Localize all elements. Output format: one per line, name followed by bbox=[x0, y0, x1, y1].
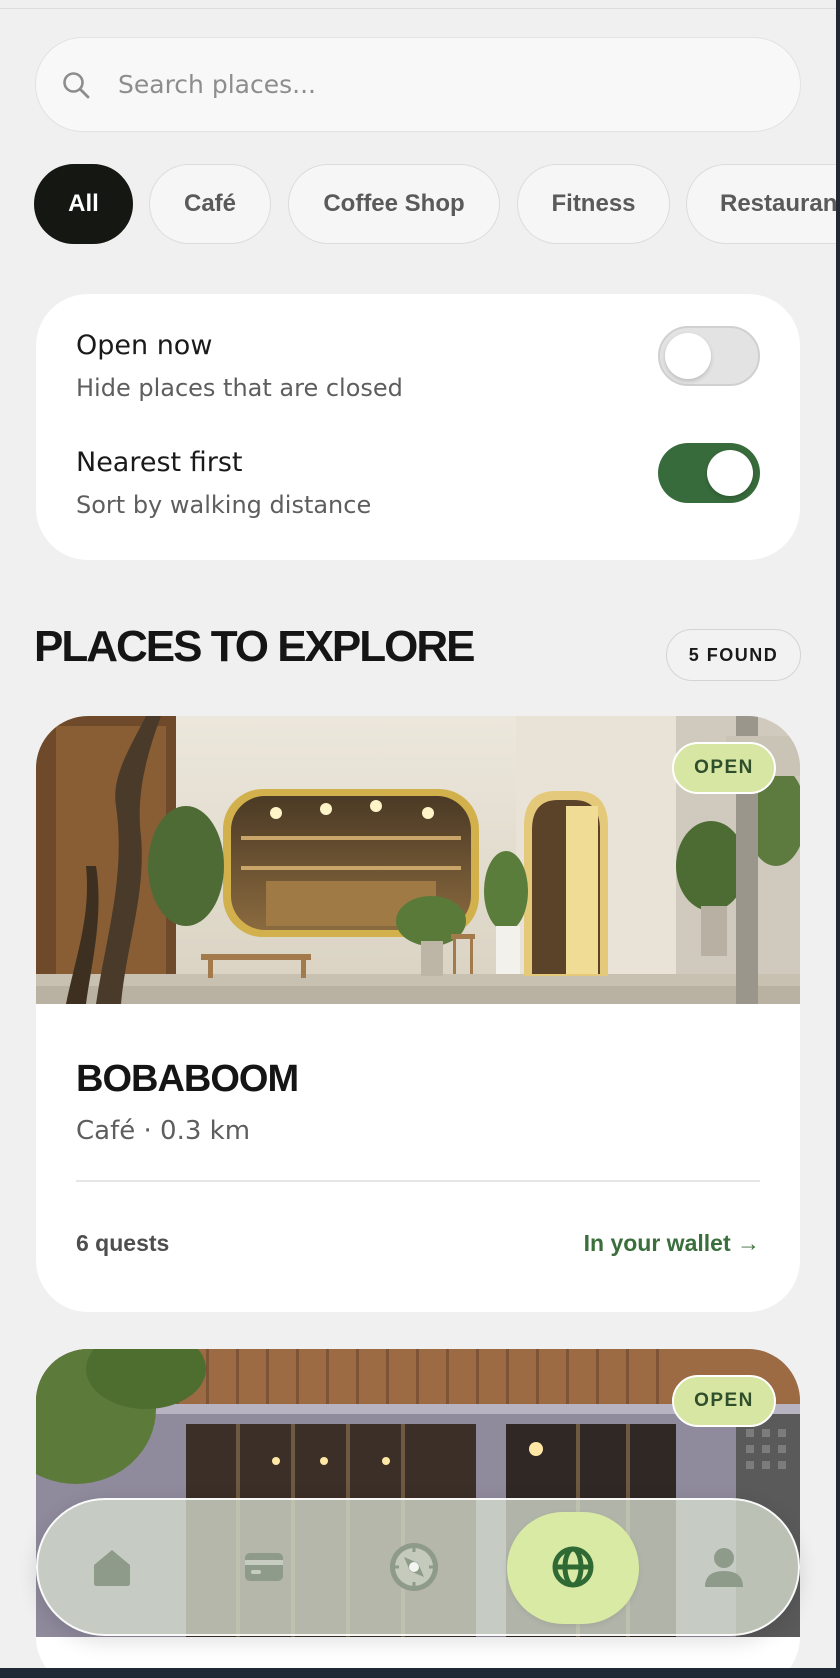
wallet-link[interactable]: In your wallet → bbox=[584, 1230, 760, 1257]
profile-icon bbox=[705, 1548, 743, 1587]
compass-icon bbox=[390, 1543, 438, 1591]
quest-count: 6 quests bbox=[76, 1230, 170, 1256]
results-count-badge: 5 FOUND bbox=[666, 629, 801, 681]
top-edge bbox=[0, 0, 838, 9]
home-icon bbox=[94, 1550, 130, 1586]
open-now-toggle[interactable] bbox=[658, 326, 760, 386]
open-now-subtitle: Hide places that are closed bbox=[76, 374, 403, 402]
bottom-edge bbox=[0, 1668, 840, 1678]
nav-wallet[interactable] bbox=[228, 1500, 300, 1634]
category-chips: All Café Coffee Shop Fitness Restaurant bbox=[34, 164, 840, 244]
open-now-title: Open now bbox=[76, 330, 213, 361]
chip-coffee-shop[interactable]: Coffee Shop bbox=[288, 164, 500, 244]
search-bar[interactable] bbox=[35, 37, 801, 132]
place-meta: Café · 0.3 km bbox=[76, 1116, 251, 1146]
section-title: PLACES TO EXPLORE bbox=[34, 622, 475, 671]
status-badge: OPEN bbox=[672, 742, 776, 794]
globe-icon bbox=[552, 1546, 594, 1588]
filter-card: Open now Hide places that are closed Nea… bbox=[36, 294, 800, 560]
nav-home[interactable] bbox=[76, 1500, 148, 1634]
place-name: BOBABOOM bbox=[76, 1058, 299, 1100]
bottom-nav bbox=[36, 1498, 800, 1636]
place-photo: OPEN bbox=[36, 716, 800, 1004]
nav-globe[interactable] bbox=[528, 1500, 618, 1634]
wallet-icon bbox=[245, 1553, 283, 1581]
nearest-first-subtitle: Sort by walking distance bbox=[76, 491, 372, 519]
chip-restaurant[interactable]: Restaurant bbox=[686, 164, 840, 244]
search-icon bbox=[63, 71, 90, 98]
chip-all[interactable]: All bbox=[34, 164, 133, 244]
search-input[interactable] bbox=[118, 70, 738, 99]
nearest-first-toggle[interactable] bbox=[658, 443, 760, 503]
nav-profile[interactable] bbox=[688, 1500, 760, 1634]
toggle-knob bbox=[665, 333, 711, 379]
card-divider bbox=[76, 1180, 760, 1182]
scrollbar[interactable] bbox=[836, 0, 840, 1678]
chip-cafe[interactable]: Café bbox=[149, 164, 271, 244]
chip-fitness[interactable]: Fitness bbox=[517, 164, 670, 244]
place-card[interactable]: OPEN BOBABOOM Café · 0.3 km 6 quests In … bbox=[36, 716, 800, 1312]
nearest-first-title: Nearest first bbox=[76, 447, 243, 478]
nav-explore[interactable] bbox=[378, 1500, 450, 1634]
status-badge: OPEN bbox=[672, 1375, 776, 1427]
toggle-knob bbox=[707, 450, 753, 496]
